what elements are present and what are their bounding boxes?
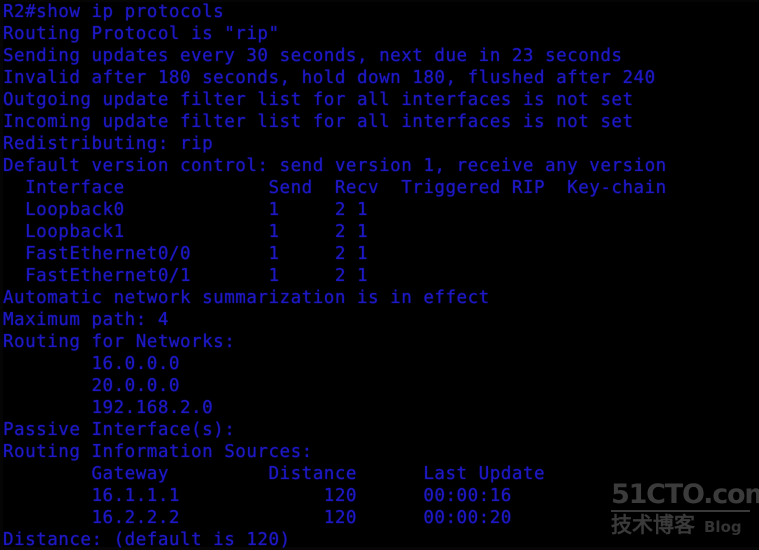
console-line-sending-updates: Sending updates every 30 seconds, next d… bbox=[3, 46, 623, 66]
console-line-protocol: Routing Protocol is "rip" bbox=[3, 24, 280, 44]
table-row: Loopback1 1 2 1 bbox=[3, 222, 369, 242]
console-line-routing-for-networks: Routing for Networks: bbox=[3, 332, 236, 352]
table-row: Loopback0 1 2 1 bbox=[3, 200, 369, 220]
gateway-table-header: Gateway Distance Last Update bbox=[3, 464, 546, 484]
terminal-window[interactable]: R2#show ip protocols Routing Protocol is … bbox=[0, 0, 759, 550]
console-line-routing-info-sources: Routing Information Sources: bbox=[3, 442, 313, 462]
console-line-maximum-path: Maximum path: 4 bbox=[3, 310, 169, 330]
table-row: FastEthernet0/1 1 2 1 bbox=[3, 266, 369, 286]
list-item: 192.168.2.0 bbox=[3, 398, 214, 418]
list-item: 20.0.0.0 bbox=[3, 376, 180, 396]
table-row: 16.2.2.2 120 00:00:20 bbox=[3, 508, 512, 528]
console-line-passive-interfaces: Passive Interface(s): bbox=[3, 420, 236, 440]
interface-table-header: Interface Send Recv Triggered RIP Key-ch… bbox=[3, 178, 667, 198]
console-line-version-control: Default version control: send version 1,… bbox=[3, 156, 667, 176]
console-line-timers: Invalid after 180 seconds, hold down 180… bbox=[3, 68, 656, 88]
console-line-outgoing-filter: Outgoing update filter list for all inte… bbox=[3, 90, 634, 110]
console-line-incoming-filter: Incoming update filter list for all inte… bbox=[3, 112, 634, 132]
console-line-distance-default: Distance: (default is 120) bbox=[3, 530, 291, 550]
table-row: FastEthernet0/0 1 2 1 bbox=[3, 244, 369, 264]
console-line-command: R2#show ip protocols bbox=[3, 2, 225, 22]
table-row: 16.1.1.1 120 00:00:16 bbox=[3, 486, 512, 506]
console-line-redistributing: Redistributing: rip bbox=[3, 134, 214, 154]
list-item: 16.0.0.0 bbox=[3, 354, 180, 374]
console-line-auto-summarization: Automatic network summarization is in ef… bbox=[3, 288, 490, 308]
console-output: R2#show ip protocols Routing Protocol is … bbox=[3, 1, 759, 550]
